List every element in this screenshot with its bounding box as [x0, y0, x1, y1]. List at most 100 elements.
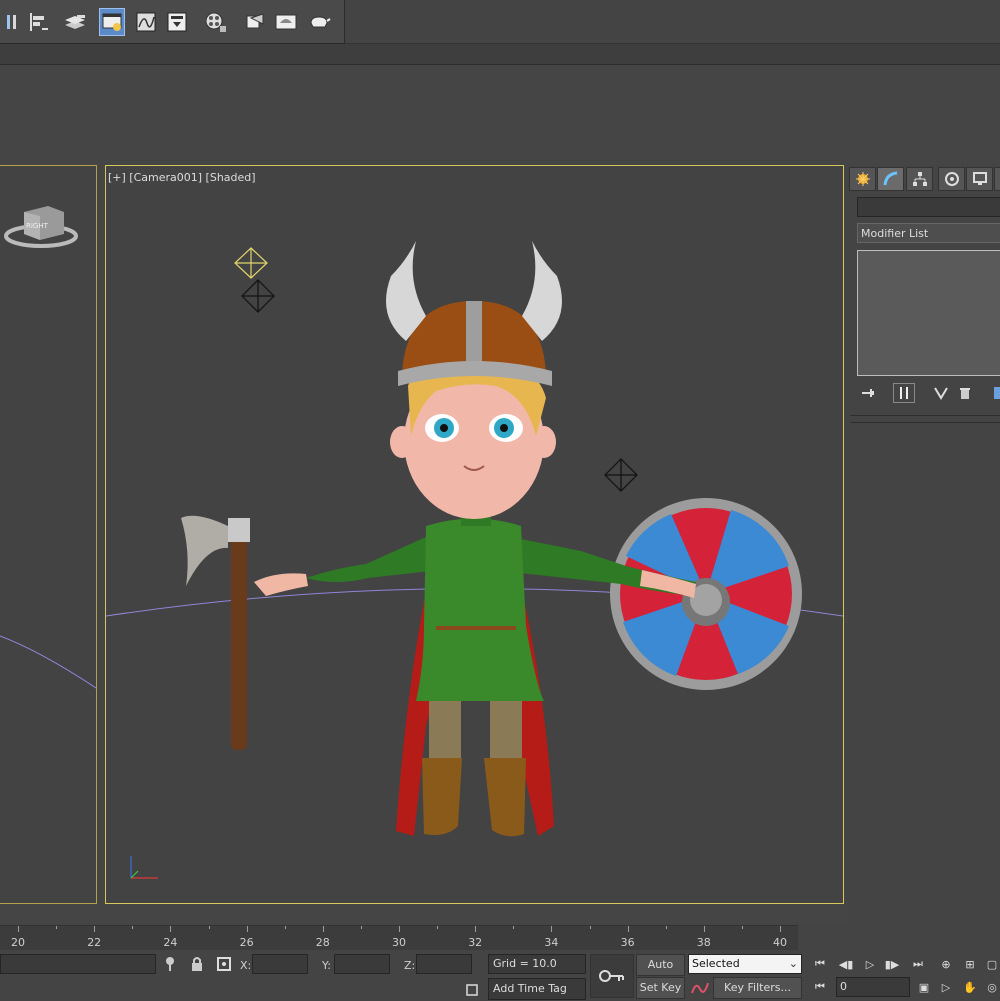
command-panel: Modifier List	[848, 165, 1000, 925]
selection-lock-icon[interactable]	[190, 956, 204, 976]
make-unique-icon[interactable]	[930, 383, 952, 403]
key-filters-button[interactable]: Key Filters...	[713, 977, 802, 999]
timeline-tick-label: 34	[544, 936, 559, 949]
render-setup-icon[interactable]	[242, 8, 268, 36]
light-helper-icon	[234, 247, 268, 279]
modify-tab-icon[interactable]	[877, 167, 904, 191]
current-frame-field[interactable]: 0	[836, 977, 910, 997]
key-selection-dropdown[interactable]: Selected ⌄	[688, 954, 802, 974]
timeline-minor-tick	[284, 926, 286, 929]
key-mode-toggle-icon[interactable]: ⏮	[810, 977, 830, 997]
main-toolbar	[0, 0, 345, 44]
timeline-minor-tick	[437, 926, 439, 929]
timeline-minor-tick	[132, 926, 134, 929]
key-selection-value: Selected	[692, 957, 740, 970]
timeline-tick-label: 38	[696, 936, 711, 949]
mirror-icon[interactable]	[0, 8, 26, 36]
timeline-tick	[627, 926, 629, 932]
timeline-minor-tick	[589, 926, 591, 929]
curve-editor-icon[interactable]	[133, 8, 159, 36]
y-coord-label: Y:	[322, 959, 331, 972]
hierarchy-tab-icon[interactable]	[906, 167, 933, 191]
zoom-extents-icon[interactable]: ▢	[982, 954, 1000, 974]
show-end-result-icon[interactable]	[893, 383, 915, 403]
display-tab-icon[interactable]	[966, 167, 993, 191]
key-tangent-icon[interactable]	[690, 979, 710, 1001]
timeline-tick	[703, 926, 705, 932]
timeline-tick	[170, 926, 172, 932]
play-icon[interactable]: ▷	[860, 954, 880, 974]
go-to-start-icon[interactable]: ⏮	[810, 954, 830, 974]
toggle-scene-explorer-icon[interactable]	[99, 8, 125, 36]
left-viewport-canvas	[0, 635, 96, 689]
maxscript-listener-field[interactable]	[0, 954, 156, 974]
x-coord-field[interactable]	[252, 954, 308, 974]
timeline-tick-label: 30	[392, 936, 406, 949]
y-coord-field[interactable]	[334, 954, 390, 974]
timeline-tick-label: 26	[239, 936, 254, 949]
chevron-down-icon: ⌄	[788, 957, 798, 970]
timeline-tick	[475, 926, 477, 932]
axe-prop	[181, 515, 250, 750]
axis-gizmo-icon	[130, 856, 158, 879]
viewcube-face-label: RIGHT	[26, 222, 49, 230]
timeline-tick-label: 32	[468, 936, 483, 949]
pin-stack-icon[interactable]	[858, 383, 880, 403]
modifier-stack[interactable]	[857, 250, 1000, 376]
time-tag-icon[interactable]	[466, 981, 478, 1000]
render-production-icon[interactable]	[306, 8, 332, 36]
toolbar-empty-area	[345, 0, 1000, 44]
time-slider-track[interactable]: 20 22 24 26 28 30 32 34 36 38 40	[0, 925, 798, 950]
set-key-button[interactable]: Set Key	[636, 977, 685, 999]
object-name-field[interactable]	[857, 197, 1000, 217]
timeline-tick	[246, 926, 248, 932]
status-bar: X: Y: Z: Grid = 10.0 Add Time Tag Auto K…	[0, 950, 1000, 1000]
time-configuration-icon[interactable]: ▣	[914, 977, 934, 997]
timeline-tick-label: 20	[11, 936, 25, 949]
timeline-tick-label: 22	[87, 936, 102, 949]
grid-size-readout: Grid = 10.0	[488, 954, 586, 974]
align-icon[interactable]	[26, 8, 52, 36]
create-tab-icon[interactable]	[849, 167, 876, 191]
ribbon-bar	[0, 44, 1000, 65]
next-frame-icon[interactable]: ▮▶	[882, 954, 902, 974]
set-key-mode-icon[interactable]	[590, 954, 634, 998]
rendered-frame-window-icon[interactable]	[273, 8, 299, 36]
go-to-end-icon[interactable]: ⏭	[908, 954, 928, 974]
timeline-minor-tick	[208, 926, 210, 929]
configure-modifier-sets-icon[interactable]	[988, 383, 1000, 403]
material-editor-icon[interactable]	[203, 8, 229, 36]
left-viewport[interactable]: RIGHT	[0, 165, 97, 904]
motion-tab-icon[interactable]	[938, 167, 965, 191]
timeline-tick	[780, 926, 781, 932]
isolate-selection-icon[interactable]	[163, 956, 177, 976]
layer-manager-icon[interactable]	[62, 8, 88, 36]
shield-prop	[610, 498, 802, 690]
z-coord-label: Z:	[404, 959, 416, 972]
remove-modifier-icon[interactable]	[954, 383, 976, 403]
timeline-tick	[551, 926, 553, 932]
viewcube-icon[interactable]: RIGHT	[4, 202, 80, 252]
modifier-list-dropdown[interactable]: Modifier List	[857, 223, 1000, 243]
z-coord-field[interactable]	[416, 954, 472, 974]
schematic-view-icon[interactable]	[164, 8, 190, 36]
absolute-mode-transform-icon[interactable]	[216, 956, 232, 976]
timeline-minor-tick	[56, 926, 58, 929]
camera-viewport[interactable]: [+] [Camera001] [Shaded]	[105, 165, 844, 904]
zoom-all-icon[interactable]: ⊞	[960, 954, 980, 974]
panel-divider	[850, 422, 1000, 423]
auto-key-button[interactable]: Auto Key	[636, 954, 685, 991]
panel-divider	[850, 415, 1000, 416]
add-time-tag-field[interactable]: Add Time Tag	[488, 978, 586, 1000]
orbit-icon[interactable]: ◎	[982, 977, 1000, 997]
previous-frame-icon[interactable]: ◀▮	[836, 954, 856, 974]
utilities-tab-icon[interactable]	[994, 167, 1000, 191]
field-of-view-icon[interactable]: ▷	[936, 977, 956, 997]
timeline-tick	[18, 926, 19, 932]
viking-character-render	[106, 241, 843, 879]
zoom-icon[interactable]: ⊕	[936, 954, 956, 974]
pan-view-icon[interactable]: ✋	[960, 977, 980, 997]
timeline-minor-tick	[360, 926, 362, 929]
timeline-tick	[94, 926, 96, 932]
x-coord-label: X:	[240, 959, 252, 972]
